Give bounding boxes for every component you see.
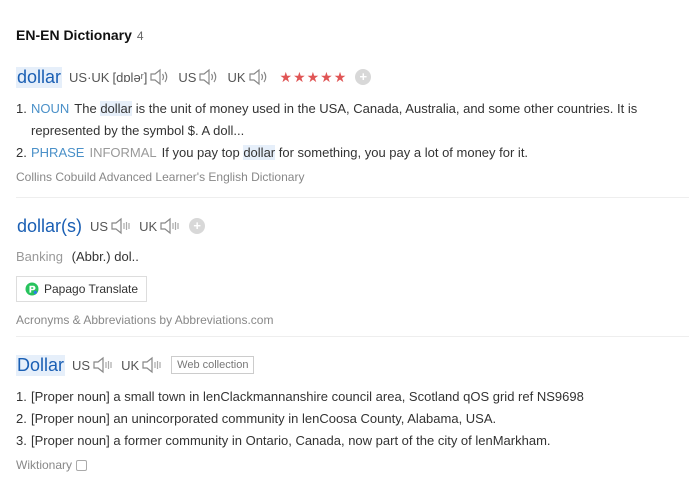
definition-text: PHRASE INFORMAL If you pay top dollar for … (31, 142, 673, 164)
divider (16, 197, 689, 198)
definition-text: [Proper noun] an unincorporated communit… (31, 411, 497, 426)
abbreviation-row: Banking (Abbr.) dol.. (16, 247, 689, 267)
dictionary-title: EN-EN Dictionary (16, 27, 132, 43)
pron-label-us: US (72, 357, 91, 373)
definition-list: 1. [Proper noun] a small town in lenClac… (16, 386, 689, 452)
source-link[interactable]: Collins Cobuild Advanced Learner's Engli… (16, 170, 689, 184)
part-of-speech: PHRASE (31, 145, 85, 160)
definition-list: 1. NOUN The dollar is the unit of money u… (16, 98, 689, 164)
definition-number: 2. (16, 411, 27, 426)
headword[interactable]: dollar (16, 66, 63, 88)
ipa: [dɒləʳ] (112, 69, 148, 85)
pron-label-usuk: US·UK (69, 69, 110, 85)
abbreviation-text: (Abbr.) dol.. (71, 249, 139, 264)
highlighted-word: dollar (100, 101, 133, 116)
speaker-icon[interactable] (141, 356, 163, 374)
category-label: Banking (16, 249, 63, 264)
definition-item: 2. [Proper noun] an unincorporated commu… (16, 408, 689, 430)
source-link[interactable]: Wiktionary (16, 458, 689, 472)
pron-label-us: US (178, 69, 197, 85)
headword[interactable]: Dollar (16, 354, 66, 376)
entry-dollars: dollar(s) US UK + Banking (Abbr.) dol.. … (16, 215, 689, 327)
part-of-speech: NOUN (31, 101, 70, 116)
pron-label-uk: UK (227, 69, 246, 85)
headword[interactable]: dollar(s) (16, 216, 83, 237)
definition-post: for something, you pay a lot of money fo… (278, 145, 529, 160)
speaker-icon[interactable] (92, 356, 114, 374)
definition-number: 3. (16, 433, 27, 448)
definition-item: 2. PHRASE INFORMAL If you pay top dollar f… (16, 142, 689, 164)
speaker-icon[interactable] (110, 217, 132, 235)
plus-icon[interactable]: + (189, 218, 206, 234)
entry-dollar-proper: Dollar US UK Web collection 1. [Proper n… (16, 354, 689, 472)
word-row: dollar(s) US UK + (16, 215, 689, 237)
highlighted-word: dollar (243, 145, 276, 160)
speaker-icon[interactable] (149, 68, 171, 86)
definition-item: 3. [Proper noun] a former community in O… (16, 430, 689, 452)
papago-logo-icon (25, 282, 39, 296)
word-row: Dollar US UK Web collection (16, 354, 689, 376)
definition-pre: The (74, 101, 97, 116)
papago-label: Papago Translate (44, 282, 139, 296)
plus-icon[interactable]: + (355, 69, 372, 85)
source-name: Wiktionary (16, 458, 73, 472)
rating-stars: ★★★★★ (279, 68, 348, 85)
definition-text: [Proper noun] a former community in Onta… (31, 433, 551, 448)
source-link[interactable]: Acronyms & Abbreviations by Abbreviation… (16, 313, 689, 327)
pron-label-uk: UK (139, 218, 158, 234)
papago-translate-button[interactable]: Papago Translate (16, 276, 148, 302)
definition-item: 1. [Proper noun] a small town in lenClac… (16, 386, 689, 408)
speaker-icon[interactable] (198, 68, 220, 86)
definition-text: NOUN The dollar is the unit of money used… (31, 98, 673, 142)
result-count: 4 (136, 29, 144, 43)
definition-number: 1. (16, 389, 27, 404)
definition-pre: If you pay top (161, 145, 240, 160)
speaker-icon[interactable] (159, 217, 181, 235)
definition-number: 2. (16, 145, 27, 160)
divider (16, 336, 689, 337)
pron-label-uk: UK (121, 357, 140, 373)
definition-text: [Proper noun] a small town in lenClackma… (31, 389, 584, 404)
dictionary-header: EN-EN Dictionary 4 (16, 27, 144, 47)
register-label: INFORMAL (89, 145, 157, 160)
definition-item: 1. NOUN The dollar is the unit of money u… (16, 98, 689, 142)
external-link-icon[interactable] (76, 460, 88, 472)
speaker-icon[interactable] (248, 68, 270, 86)
definition-number: 1. (16, 101, 27, 116)
word-row: dollar US·UK [dɒləʳ] US UK ★★★★★ + (16, 66, 689, 88)
web-collection-badge: Web collection (171, 356, 255, 374)
pron-label-us: US (90, 218, 109, 234)
entry-dollar: dollar US·UK [dɒləʳ] US UK ★★★★★ + 1. NO… (16, 66, 689, 184)
